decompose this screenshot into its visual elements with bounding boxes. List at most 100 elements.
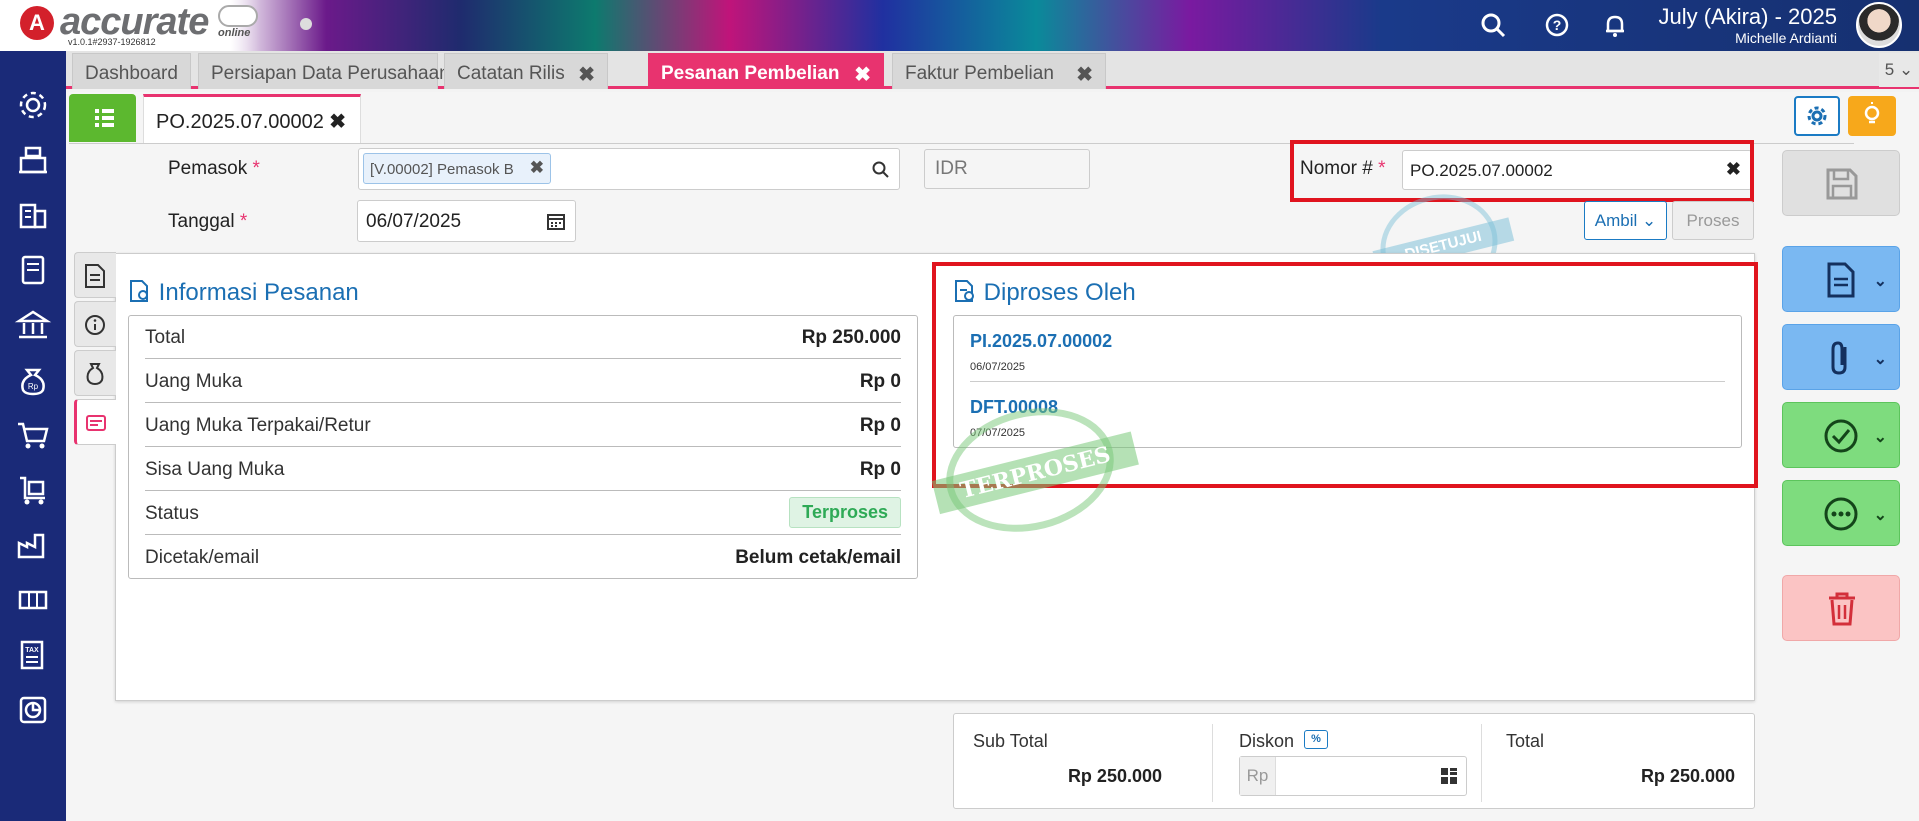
close-icon[interactable]: ✖: [1076, 62, 1093, 87]
status-dot: [300, 18, 312, 30]
report-chart-icon[interactable]: [13, 690, 53, 730]
required-mark: *: [252, 158, 260, 179]
tax-document-icon[interactable]: TAX: [13, 635, 53, 675]
building-icon[interactable]: [13, 195, 53, 235]
tab-processed[interactable]: [74, 399, 116, 445]
search-icon[interactable]: [1478, 10, 1508, 40]
tab-label: Dashboard: [85, 63, 178, 84]
more-actions-button[interactable]: ⌄: [1782, 480, 1900, 546]
svg-text:TAX: TAX: [25, 647, 39, 654]
delivery-cart-icon[interactable]: [13, 470, 53, 510]
tab-details[interactable]: [74, 252, 116, 298]
tab-catatan-rilis[interactable]: Catatan Rilis ✖: [444, 53, 608, 89]
document-list-button[interactable]: [69, 94, 136, 142]
bell-icon[interactable]: [1600, 10, 1630, 40]
info-section-title: Informasi Pesanan: [128, 279, 359, 307]
tab-dashboard[interactable]: Dashboard: [72, 53, 191, 89]
save-button[interactable]: [1782, 150, 1900, 216]
tab-label: Persiapan Data Perusahaan: [211, 63, 450, 84]
bank-icon[interactable]: [13, 305, 53, 345]
discount-field[interactable]: Rp: [1239, 756, 1467, 796]
close-icon[interactable]: ✖: [854, 62, 871, 87]
attachment-button[interactable]: ⌄: [1782, 324, 1900, 390]
user-name: Michelle Ardianti: [1735, 30, 1837, 46]
currency-field: IDR: [924, 149, 1090, 189]
document-tab[interactable]: PO.2025.07.00002 ✖: [143, 94, 361, 144]
ledger-book-icon[interactable]: [13, 250, 53, 290]
tab-label: Faktur Pembelian: [905, 63, 1054, 84]
proses-button[interactable]: Proses: [1672, 201, 1754, 240]
info-key: Uang Muka: [145, 371, 243, 392]
supplier-chip[interactable]: [V.00002] Pemasok B ✖: [363, 153, 551, 184]
factory-icon[interactable]: [13, 525, 53, 565]
approval-button[interactable]: ⌄: [1782, 402, 1900, 468]
proses-label: Proses: [1686, 211, 1740, 230]
avatar[interactable]: [1856, 2, 1902, 48]
shopping-cart-icon[interactable]: [13, 415, 53, 455]
delete-button[interactable]: [1782, 575, 1900, 641]
close-icon[interactable]: ✖: [578, 62, 595, 87]
sidebar: Rp TAX: [0, 51, 66, 821]
info-row-down-payment: Uang Muka Rp 0: [145, 360, 901, 403]
close-icon[interactable]: ✖: [329, 109, 346, 134]
ambil-button[interactable]: Ambil ⌄: [1584, 201, 1667, 240]
top-bar: A accurate online v1.0.1#2937-1926812 ? …: [0, 0, 1919, 51]
logo-mark-icon: A: [20, 6, 54, 40]
user-info[interactable]: July (Akira) - 2025 Michelle Ardianti: [1658, 4, 1837, 46]
brand-sub: online: [218, 27, 251, 39]
highlight-box-number: [1290, 140, 1754, 202]
tab-costs[interactable]: [74, 350, 116, 396]
form-settings-button[interactable]: [1794, 96, 1840, 136]
info-key: Sisa Uang Muka: [145, 459, 285, 480]
settings-icon[interactable]: [13, 85, 53, 125]
remove-icon[interactable]: ✖: [530, 158, 544, 178]
date-value: 06/07/2025: [366, 211, 462, 232]
tab-persiapan-data[interactable]: Persiapan Data Perusahaan: [198, 53, 450, 89]
info-row-printed: Dicetak/email Belum cetak/email: [145, 536, 901, 579]
tab-pesanan-pembelian[interactable]: Pesanan Pembelian ✖: [648, 53, 884, 89]
help-icon[interactable]: ?: [1542, 10, 1572, 40]
chevron-down-icon: ⌄: [1873, 351, 1887, 368]
info-value: Rp 250.000: [801, 327, 901, 348]
calendar-icon[interactable]: [547, 212, 565, 230]
discount-prefix: Rp: [1240, 757, 1276, 795]
date-label: Tanggal *: [168, 211, 247, 233]
calculator-icon[interactable]: [1440, 767, 1458, 785]
search-icon[interactable]: [871, 160, 891, 180]
info-section-title-text: Informasi Pesanan: [158, 279, 359, 306]
period-label: July (Akira) - 2025: [1658, 4, 1837, 29]
document-actions-button[interactable]: ⌄: [1782, 246, 1900, 312]
discount-label: Diskon: [1239, 731, 1295, 751]
info-value: Rp 0: [859, 415, 901, 436]
chevron-down-icon: ⌄: [1873, 273, 1887, 290]
svg-text:?: ?: [1553, 17, 1562, 33]
required-mark: *: [239, 211, 248, 232]
date-field[interactable]: 06/07/2025: [357, 200, 576, 242]
currency-value: IDR: [935, 158, 968, 179]
info-key: Dicetak/email: [145, 547, 260, 568]
cloud-icon: [218, 5, 258, 27]
chevron-down-icon: ⌄: [1873, 507, 1887, 524]
info-table: Total Rp 250.000 Uang Muka Rp 0 Uang Muk…: [128, 315, 918, 579]
tab-info[interactable]: [74, 301, 116, 347]
tab-faktur-pembelian[interactable]: Faktur Pembelian ✖: [892, 53, 1106, 89]
tab-overflow-dropdown[interactable]: 5 ⌄: [1879, 53, 1919, 87]
info-row-status: Status Terproses: [145, 492, 901, 535]
app-logo[interactable]: A accurate online v1.0.1#2937-1926812: [0, 0, 260, 51]
status-badge: Terproses: [789, 497, 901, 528]
info-key: Uang Muka Terpakai/Retur: [145, 415, 371, 436]
money-bag-icon[interactable]: Rp: [13, 360, 53, 400]
info-icon: [85, 315, 105, 335]
date-label-text: Tanggal: [168, 211, 235, 232]
subtotal-value: Rp 250.000: [1067, 766, 1162, 786]
discount-percent-toggle[interactable]: %: [1304, 730, 1328, 749]
total-value: Rp 250.000: [1640, 766, 1735, 786]
supplier-label: Pemasok *: [168, 158, 260, 180]
production-line-icon[interactable]: [13, 580, 53, 620]
totals-box: Sub Total Rp 250.000 Diskon % Rp Total R…: [953, 713, 1755, 809]
tips-button[interactable]: [1848, 96, 1896, 136]
ambil-label: Ambil: [1594, 211, 1638, 230]
document-tab-label: PO.2025.07.00002: [156, 111, 324, 133]
divider: [1481, 724, 1482, 802]
cash-register-icon[interactable]: [13, 140, 53, 180]
